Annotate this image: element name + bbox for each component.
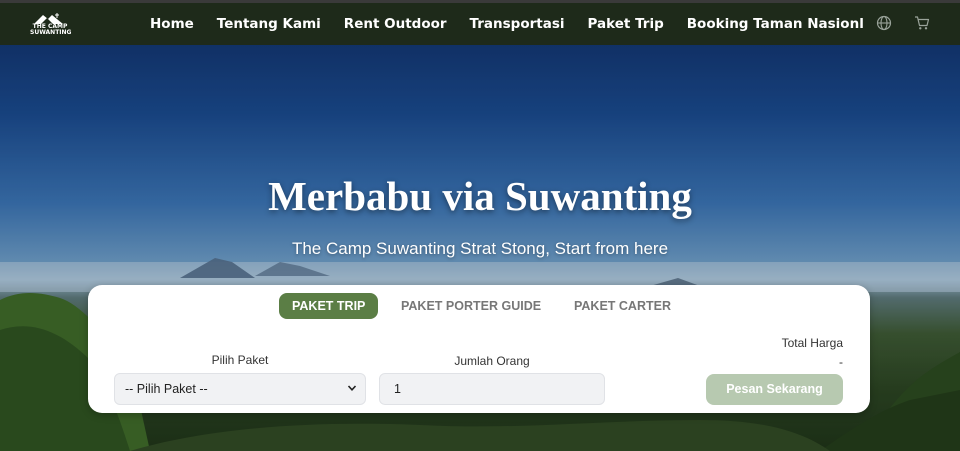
brand-logo-text: THE CAMP SUWANTING xyxy=(30,24,72,36)
hero-subtitle: The Camp Suwanting Strat Stong, Start fr… xyxy=(291,239,669,258)
jumlah-orang-input[interactable]: 1 xyxy=(379,373,605,405)
main-navigation: Home Tentang Kami Rent Outdoor Transport… xyxy=(150,3,864,45)
globe-icon[interactable] xyxy=(876,15,892,31)
jumlah-orang-label: Jumlah Orang xyxy=(454,354,530,368)
tab-paket-porter-guide[interactable]: PAKET PORTER GUIDE xyxy=(401,293,541,319)
booking-panel: PAKET TRIP PAKET PORTER GUIDE PAKET CART… xyxy=(88,285,870,413)
nav-item-transportasi[interactable]: Transportasi xyxy=(470,16,565,32)
brand-logo[interactable]: THE CAMP SUWANTING xyxy=(30,11,72,39)
nav-item-tentang-kami[interactable]: Tentang Kami xyxy=(217,16,321,32)
tab-paket-trip[interactable]: PAKET TRIP xyxy=(279,293,379,319)
paket-select-value: -- Pilih Paket -- xyxy=(125,382,208,396)
nav-item-paket-trip[interactable]: Paket Trip xyxy=(588,16,664,32)
hero-title: Merbabu via Suwanting xyxy=(268,173,692,219)
total-harga-label: Total Harga xyxy=(781,336,843,350)
chevron-down-icon xyxy=(347,385,357,391)
cart-icon[interactable] xyxy=(914,15,930,31)
total-harga-value: - xyxy=(839,355,843,369)
pesan-sekarang-button[interactable]: Pesan Sekarang xyxy=(706,374,843,405)
navbar-icons xyxy=(876,15,930,31)
paket-select-label: Pilih Paket xyxy=(211,353,269,367)
paket-select[interactable]: -- Pilih Paket -- xyxy=(114,373,366,405)
navbar: THE CAMP SUWANTING Home Tentang Kami Ren… xyxy=(0,0,960,45)
brand-logo-line2: SUWANTING xyxy=(30,29,72,36)
nav-item-rent-outdoor[interactable]: Rent Outdoor xyxy=(344,16,447,32)
tab-paket-carter[interactable]: PAKET CARTER xyxy=(574,293,671,319)
nav-item-home[interactable]: Home xyxy=(150,16,194,32)
nav-item-booking-taman-nasional[interactable]: Booking Taman Nasionl xyxy=(687,16,864,32)
